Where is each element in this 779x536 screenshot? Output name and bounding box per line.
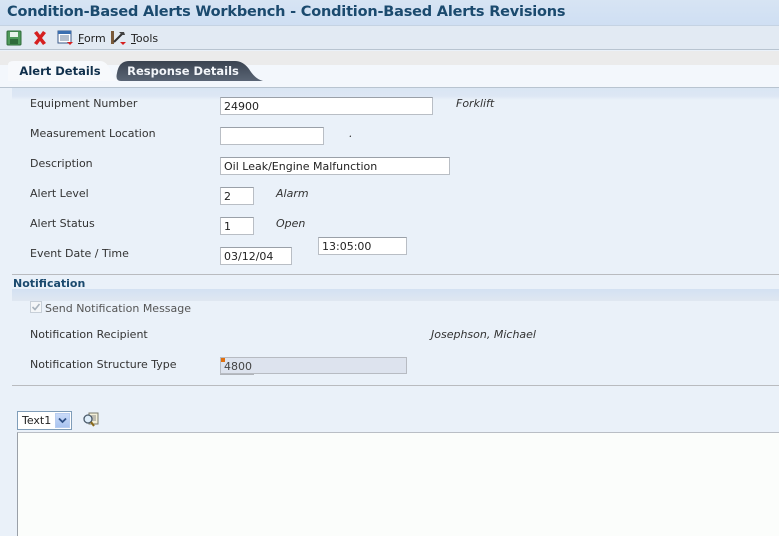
- notification-structure-type-field[interactable]: 4800: [220, 357, 407, 375]
- tools-hammer-icon: [111, 31, 126, 45]
- chevron-down-icon[interactable]: [55, 413, 70, 428]
- close-x-icon: [34, 31, 46, 45]
- measurement-location-description: .: [349, 127, 353, 140]
- measurement-location-field[interactable]: [220, 127, 324, 145]
- title-bar: Condition-Based Alerts Workbench - Condi…: [0, 0, 779, 26]
- notification-structure-type-label: Notification Structure Type: [30, 358, 177, 371]
- form-menu-icon: [57, 30, 73, 45]
- cancel-button[interactable]: [32, 29, 48, 47]
- alert-level-description: Alarm: [276, 187, 309, 200]
- tools-menu-button[interactable]: Tools: [110, 29, 158, 47]
- description-field[interactable]: Oil Leak/Engine Malfunction: [220, 157, 450, 175]
- field-underline: [220, 374, 254, 375]
- search-document-icon: [83, 412, 99, 427]
- notification-recipient-value: Josephson, Michael: [431, 328, 536, 341]
- send-notification-label: Send Notification Message: [45, 302, 192, 315]
- alert-level-label: Alert Level: [30, 187, 89, 200]
- tab-alert-details[interactable]: Alert Details: [8, 61, 118, 81]
- section-divider: [12, 385, 779, 386]
- notification-recipient-label: Notification Recipient: [30, 328, 148, 341]
- alert-status-description: Open: [276, 217, 306, 230]
- form-menu-button[interactable]: Form: [57, 29, 106, 47]
- equipment-number-field[interactable]: 24900: [220, 97, 433, 115]
- tab-response-details-label: Response Details: [127, 64, 239, 78]
- tab-alert-details-label: Alert Details: [19, 64, 101, 78]
- text-type-select[interactable]: Text1: [17, 411, 72, 430]
- event-date-time-label: Event Date / Time: [30, 247, 129, 260]
- window-title: Condition-Based Alerts Workbench - Condi…: [7, 4, 566, 20]
- alert-status-label: Alert Status: [30, 217, 95, 230]
- tab-bar: Response Details Alert Details: [0, 51, 779, 88]
- checkmark-icon: [31, 303, 41, 311]
- text-editor-area[interactable]: [17, 432, 779, 536]
- section-divider: [12, 274, 779, 275]
- tab-response-details[interactable]: Response Details: [115, 61, 263, 81]
- event-time-field[interactable]: 13:05:00: [318, 237, 407, 255]
- equipment-description: Forklift: [456, 97, 495, 110]
- text-type-selected: Text1: [22, 414, 52, 427]
- notification-header-band: [12, 289, 779, 301]
- required-marker: [221, 358, 225, 362]
- notification-structure-type-value: 4800: [224, 360, 252, 373]
- alert-level-field[interactable]: 2: [220, 187, 254, 205]
- save-floppy-icon: [6, 30, 22, 46]
- alert-status-field[interactable]: 1: [220, 217, 254, 235]
- save-button[interactable]: [6, 29, 22, 47]
- form-label: orm: [83, 31, 106, 45]
- send-notification-checkbox[interactable]: [30, 301, 42, 313]
- equipment-number-label: Equipment Number: [30, 97, 138, 110]
- toolbar: Form Tools: [0, 26, 779, 50]
- tools-label: ools: [135, 31, 159, 45]
- measurement-location-label: Measurement Location: [30, 127, 156, 140]
- description-label: Description: [30, 157, 93, 170]
- search-document-button[interactable]: [82, 411, 100, 429]
- event-date-field[interactable]: 03/12/04: [220, 247, 292, 265]
